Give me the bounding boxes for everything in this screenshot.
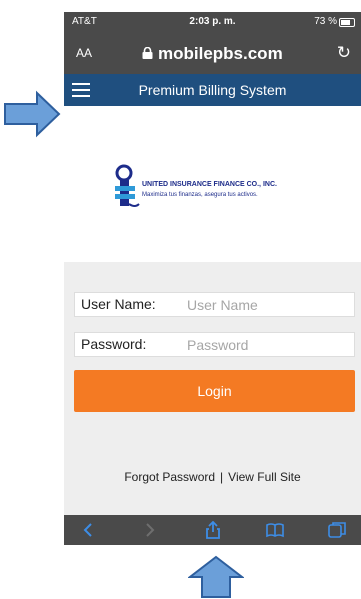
footer-links: Forgot Password | View Full Site: [64, 470, 361, 484]
link-separator: |: [220, 470, 224, 484]
status-bar: AT&T 2:03 p. m. 73 %: [64, 12, 361, 32]
view-full-site-link[interactable]: View Full Site: [228, 470, 300, 484]
reload-icon[interactable]: ↻: [337, 43, 351, 63]
company-name: UNITED INSURANCE FINANCE CO., INC.: [142, 181, 277, 188]
password-row: Password:: [74, 332, 355, 357]
phone-screen: AT&T 2:03 p. m. 73 % AA mobilepbs.com ↻ …: [64, 12, 361, 545]
lock-icon: [142, 47, 153, 59]
annotation-arrow-right-icon: [4, 90, 61, 138]
logo-mark-icon: [115, 164, 140, 207]
battery-percentage: 73 %: [314, 16, 337, 27]
forward-icon[interactable]: [140, 521, 158, 539]
forgot-password-link[interactable]: Forgot Password: [124, 470, 215, 484]
company-logo: UNITED INSURANCE FINANCE CO., INC. Maxim…: [112, 164, 322, 214]
browser-toolbar: [64, 515, 361, 545]
url-text[interactable]: mobilepbs.com: [158, 44, 283, 64]
password-input[interactable]: [187, 333, 353, 356]
bookmarks-icon[interactable]: [266, 521, 284, 539]
password-label: Password:: [81, 336, 147, 352]
share-icon[interactable]: [204, 521, 222, 539]
annotation-arrow-up-icon: [188, 555, 244, 598]
battery-icon: [339, 18, 355, 27]
app-title: Premium Billing System: [138, 82, 287, 98]
browser-address-bar[interactable]: AA mobilepbs.com ↻: [64, 32, 361, 74]
text-size-button[interactable]: AA: [76, 46, 92, 60]
username-label: User Name:: [81, 296, 156, 312]
username-input[interactable]: [187, 293, 353, 316]
login-button[interactable]: Login: [74, 370, 355, 412]
company-slogan: Maximiza tus finanzas, asegura tus activ…: [142, 192, 258, 198]
app-navbar: Premium Billing System: [64, 74, 361, 106]
back-icon[interactable]: [80, 521, 98, 539]
tabs-icon[interactable]: [328, 521, 346, 539]
username-row: User Name:: [74, 292, 355, 317]
